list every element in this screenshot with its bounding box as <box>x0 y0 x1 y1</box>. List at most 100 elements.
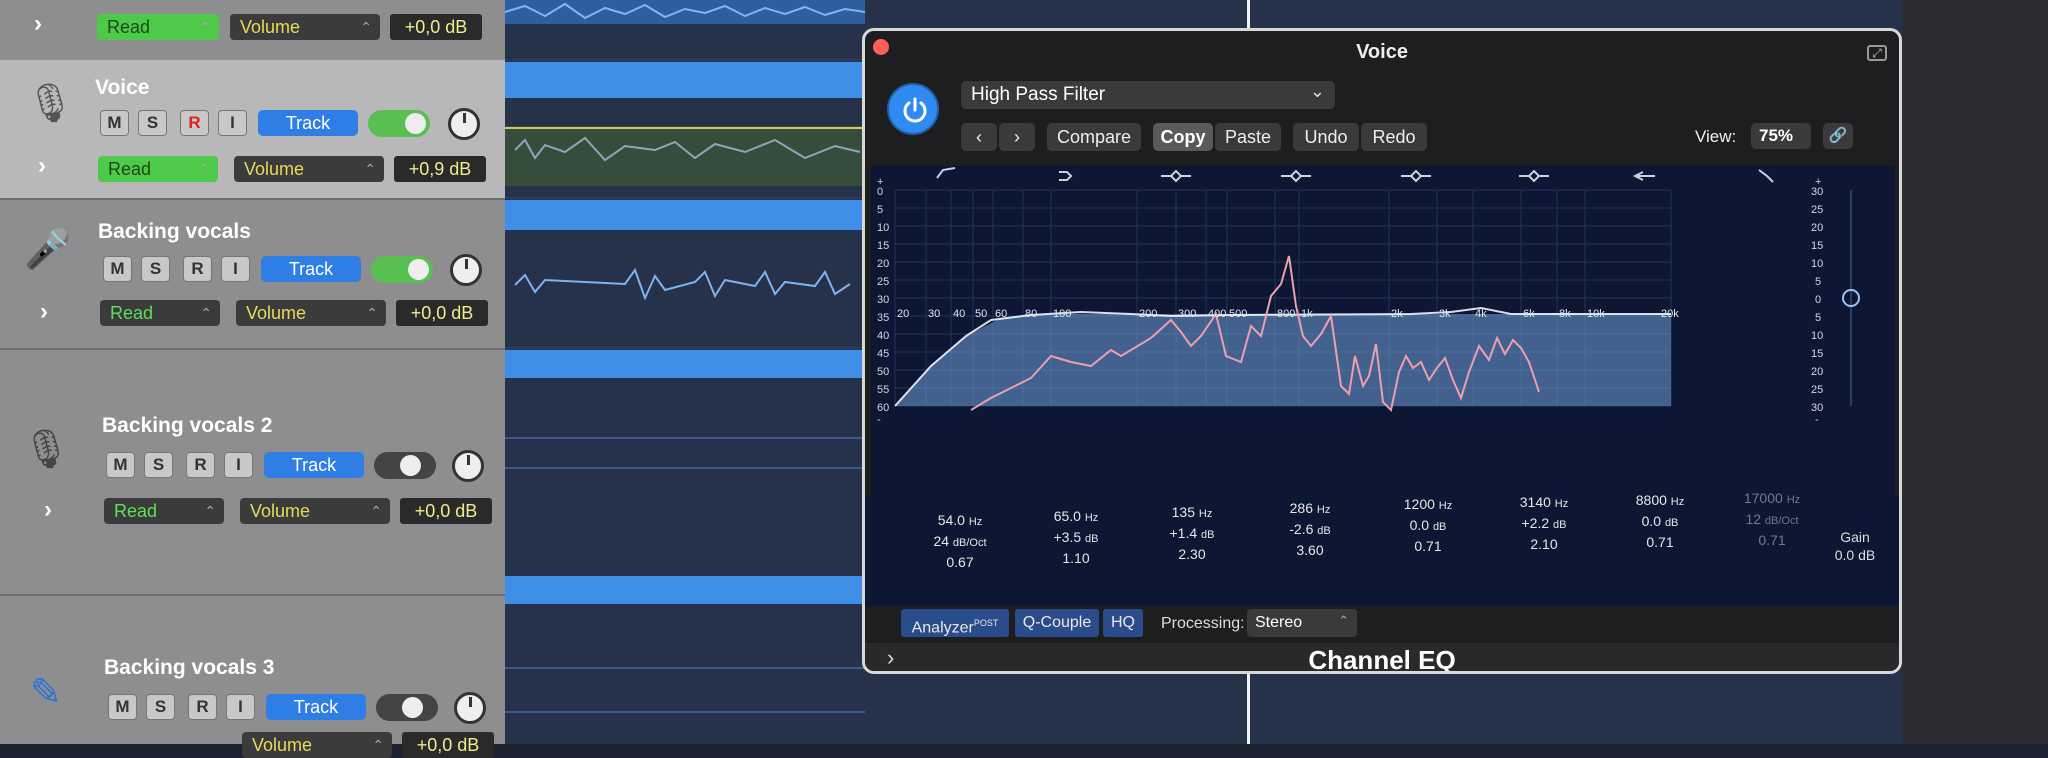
compare-button[interactable]: Compare <box>1047 123 1141 151</box>
pan-knob[interactable] <box>448 108 480 140</box>
band-7-params[interactable]: 8800 Hz 0.0 dB 0.71 <box>1605 491 1715 552</box>
solo-button[interactable]: S <box>138 110 167 136</box>
undo-button[interactable]: Undo <box>1293 123 1359 151</box>
band-gain[interactable]: +3.5 <box>1054 529 1082 545</box>
band-5-params[interactable]: 1200 Hz 0.0 dB 0.71 <box>1373 495 1483 556</box>
next-preset-button[interactable]: › <box>999 123 1035 151</box>
band-gain[interactable]: +2.2 <box>1522 515 1550 531</box>
band-gain[interactable]: -2.6 <box>1289 521 1313 537</box>
band-1-params[interactable]: 54.0 Hz 24 dB/Oct 0.67 <box>905 511 1015 572</box>
input-monitor-button[interactable]: I <box>221 256 250 282</box>
disclosure-chevron-icon[interactable]: › <box>40 298 48 326</box>
eq-graph[interactable]: 20 30 40 50 60 80 100 200 300 400 500 80… <box>871 166 1895 496</box>
automation-param-select[interactable]: Volume <box>242 732 392 758</box>
band-frequency[interactable]: 286 <box>1290 500 1313 516</box>
band-q[interactable]: 1.10 <box>1021 549 1131 568</box>
band-frequency[interactable]: 8800 <box>1636 492 1667 508</box>
band-gain[interactable]: 24 <box>933 533 949 549</box>
freq-label: 40 <box>953 308 966 320</box>
mute-button[interactable]: M <box>103 256 132 282</box>
band-frequency[interactable]: 1200 <box>1404 496 1435 512</box>
band-q[interactable]: 0.71 <box>1373 537 1483 556</box>
input-monitor-button[interactable]: I <box>226 694 255 720</box>
band-q[interactable]: 0.67 <box>905 553 1015 572</box>
solo-button[interactable]: S <box>146 694 175 720</box>
track-header-backing-vocals[interactable]: 🎤 Backing vocals M S R I Track › Read Vo… <box>0 198 505 350</box>
band-gain[interactable]: 0.0 <box>1410 517 1429 533</box>
record-enable-button[interactable]: R <box>180 110 209 136</box>
disclosure-chevron-icon[interactable]: › <box>38 152 46 180</box>
track-header-backing-vocals-3[interactable]: ✎ Backing vocals 3 M S R I Track Volume … <box>0 594 505 758</box>
band-6-params[interactable]: 3140 Hz +2.2 dB 2.10 <box>1489 493 1599 554</box>
band-q[interactable]: 2.10 <box>1489 535 1599 554</box>
band-frequency[interactable]: 135 <box>1172 504 1195 520</box>
automation-mode-select[interactable]: Read <box>97 14 219 40</box>
band-gain[interactable]: 12 <box>1745 511 1761 527</box>
record-enable-button[interactable]: R <box>188 694 217 720</box>
band-gain[interactable]: 0.0 <box>1642 513 1661 529</box>
band-gain[interactable]: +1.4 <box>1170 525 1198 541</box>
track-on-toggle[interactable] <box>376 694 438 721</box>
pan-knob[interactable] <box>454 692 486 724</box>
track-header-backing-vocals-2[interactable]: 🎙 Backing vocals 2 M S R I Track › Read … <box>0 348 505 596</box>
input-monitor-button[interactable]: I <box>224 452 253 478</box>
band-8-params[interactable]: 17000 Hz 12 dB/Oct 0.71 <box>1717 489 1827 550</box>
pan-knob[interactable] <box>450 254 482 286</box>
band-q[interactable]: 3.60 <box>1255 541 1365 560</box>
previous-preset-button[interactable]: ‹ <box>961 123 997 151</box>
disclosure-chevron-icon[interactable]: › <box>44 496 52 524</box>
analyzer-button[interactable]: AnalyzerPOST <box>901 609 1009 637</box>
processing-select[interactable]: Stereo <box>1247 607 1357 637</box>
mute-button[interactable]: M <box>100 110 129 136</box>
track-on-toggle[interactable] <box>368 110 430 137</box>
automation-mode-select[interactable]: Read <box>98 156 218 182</box>
band-frequency[interactable]: 3140 <box>1520 494 1551 510</box>
track-button[interactable]: Track <box>261 256 361 282</box>
track-header-voice[interactable]: 🎙 Voice M S R I Track › Read Volume +0,9… <box>0 60 505 200</box>
automation-param-select[interactable]: Volume <box>234 156 384 182</box>
pan-knob[interactable] <box>452 450 484 482</box>
track-header-top[interactable]: › Read Volume +0,0 dB <box>0 0 505 62</box>
band-3-params[interactable]: 135 Hz +1.4 dB 2.30 <box>1137 503 1247 564</box>
track-button[interactable]: Track <box>264 452 364 478</box>
band-q[interactable]: 2.30 <box>1137 545 1247 564</box>
band-2-params[interactable]: 65.0 Hz +3.5 dB 1.10 <box>1021 507 1131 568</box>
band-frequency[interactable]: 17000 <box>1744 490 1783 506</box>
band-q[interactable]: 0.71 <box>1605 533 1715 552</box>
track-on-toggle[interactable] <box>374 452 436 479</box>
record-enable-button[interactable]: R <box>186 452 215 478</box>
automation-mode-select[interactable]: Read <box>104 498 224 524</box>
copy-button[interactable]: Copy <box>1153 123 1213 151</box>
band-frequency[interactable]: 65.0 <box>1054 508 1081 524</box>
power-button[interactable] <box>887 83 939 135</box>
paste-button[interactable]: Paste <box>1215 123 1281 151</box>
freq-label: 20 <box>897 308 910 320</box>
automation-param-select[interactable]: Volume <box>240 498 390 524</box>
gain-value[interactable]: 0.0 dB <box>1825 547 1885 563</box>
plugin-window[interactable]: Voice ⤢ High Pass Filter ‹ › Compare Cop… <box>862 28 1902 674</box>
redo-button[interactable]: Redo <box>1361 123 1427 151</box>
band-frequency[interactable]: 54.0 <box>938 512 965 528</box>
mute-button[interactable]: M <box>106 452 135 478</box>
link-icon[interactable]: 🔗 <box>1823 123 1853 149</box>
automation-param-select[interactable]: Volume <box>230 14 380 40</box>
view-zoom-select[interactable]: 75% <box>1751 123 1811 149</box>
input-monitor-button[interactable]: I <box>218 110 247 136</box>
band-q[interactable]: 0.71 <box>1717 531 1827 550</box>
mute-button[interactable]: M <box>108 694 137 720</box>
track-on-toggle[interactable] <box>371 256 433 283</box>
record-enable-button[interactable]: R <box>183 256 212 282</box>
hq-button[interactable]: HQ <box>1103 609 1143 637</box>
band-4-params[interactable]: 286 Hz -2.6 dB 3.60 <box>1255 499 1365 560</box>
disclosure-chevron-icon[interactable]: › <box>34 10 42 38</box>
track-button[interactable]: Track <box>258 110 358 136</box>
track-button[interactable]: Track <box>266 694 366 720</box>
solo-button[interactable]: S <box>141 256 170 282</box>
automation-param-select[interactable]: Volume <box>236 300 386 326</box>
q-couple-button[interactable]: Q-Couple <box>1015 609 1099 637</box>
preset-select[interactable]: High Pass Filter <box>961 77 1335 109</box>
expand-icon[interactable]: ⤢ <box>1867 45 1887 61</box>
band-gain-unit: dB <box>1085 533 1099 545</box>
automation-mode-select[interactable]: Read <box>100 300 220 326</box>
solo-button[interactable]: S <box>144 452 173 478</box>
